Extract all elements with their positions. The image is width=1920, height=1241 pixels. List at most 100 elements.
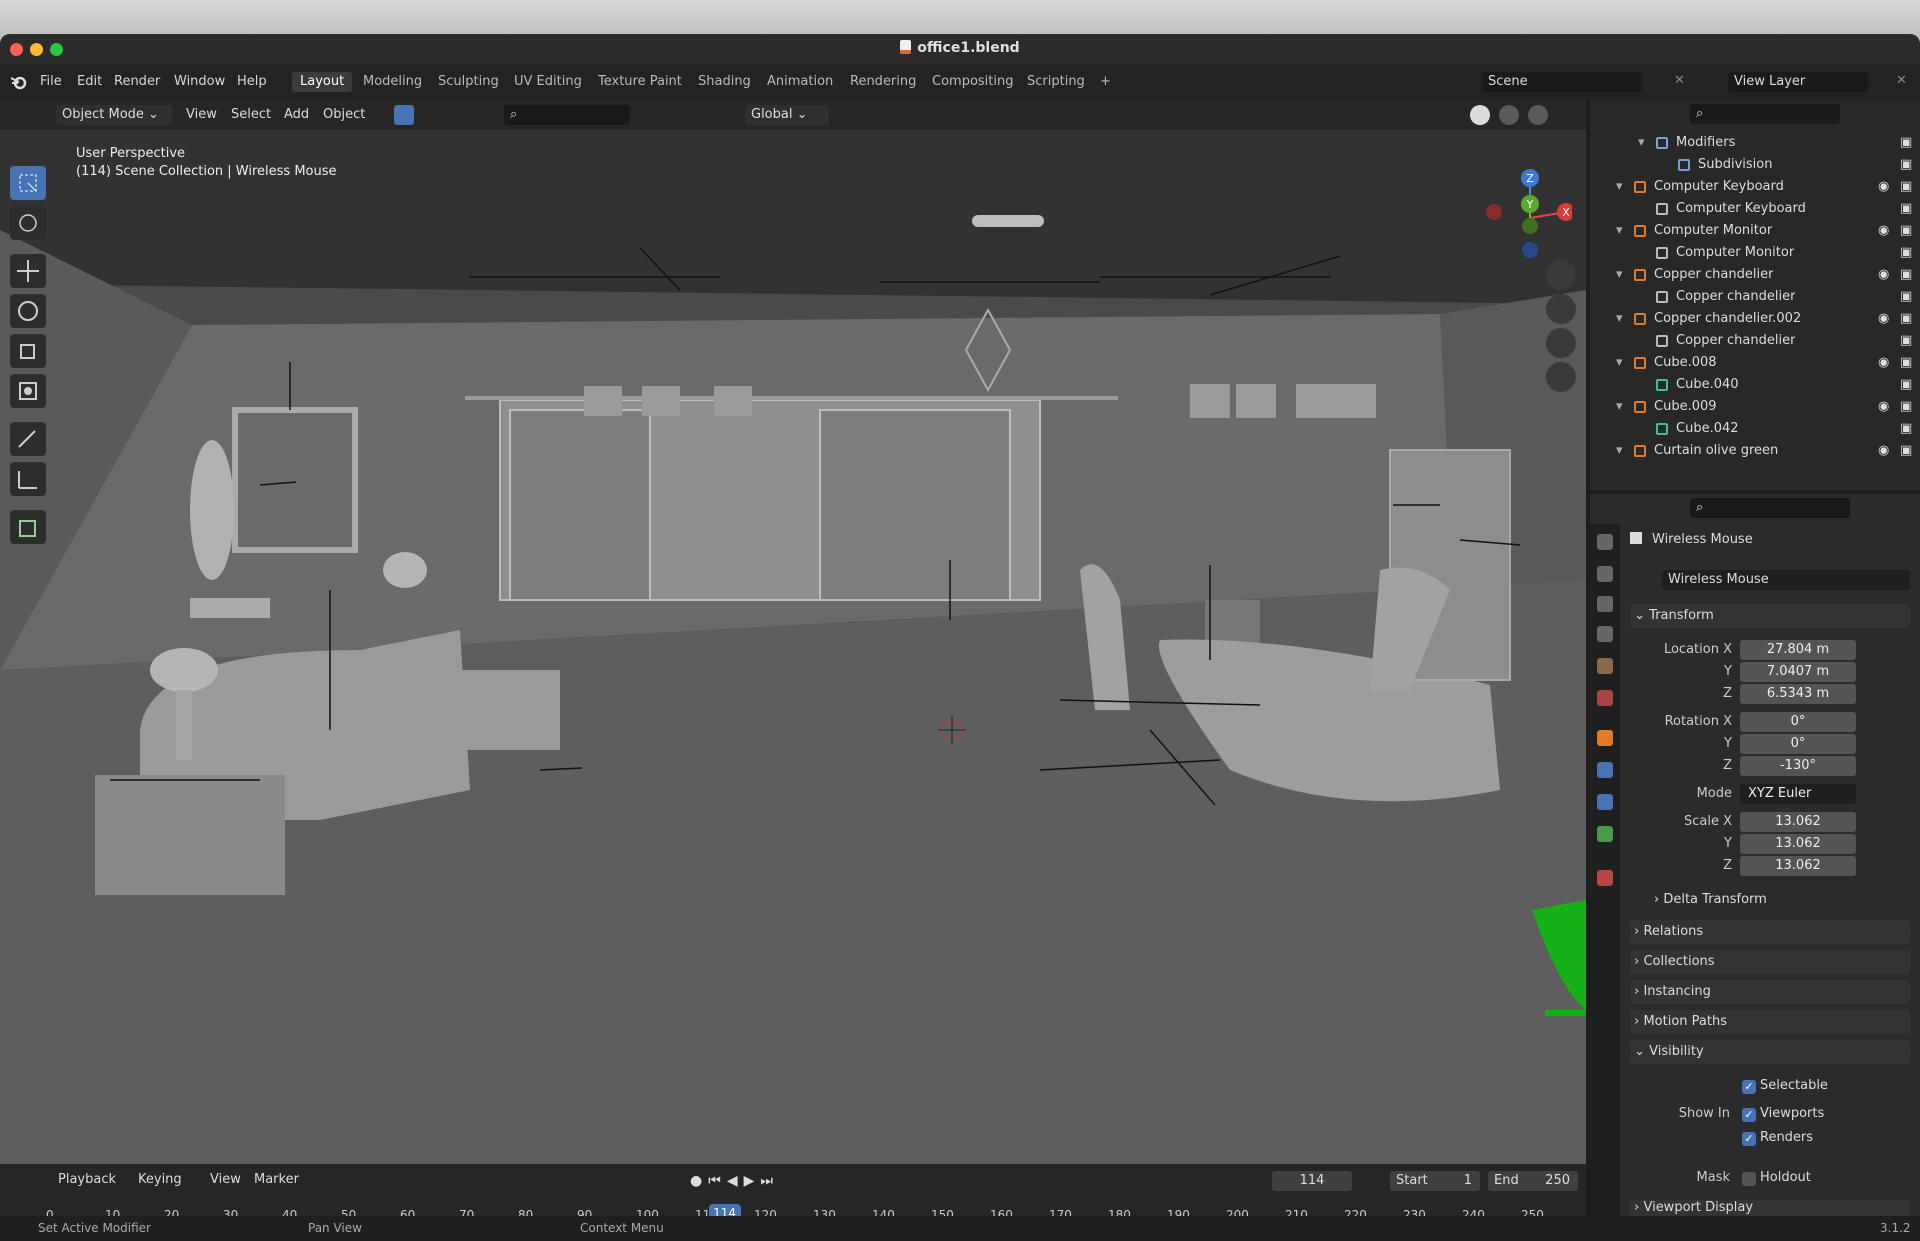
camera-view-icon[interactable] — [1546, 328, 1576, 358]
add-workspace-button[interactable]: + — [1092, 72, 1119, 92]
tab-layout[interactable]: Layout — [292, 72, 353, 92]
viewports-checkbox[interactable]: ✓ — [1742, 1108, 1756, 1122]
menu-edit[interactable]: Edit — [77, 74, 102, 89]
transform-tool[interactable] — [10, 374, 46, 408]
viewport-menu-view[interactable]: View — [186, 105, 217, 125]
perspective-toggle-icon[interactable] — [1546, 362, 1576, 392]
transform-orientation-dropdown[interactable]: Global ⌄ — [745, 105, 829, 125]
cursor-tool[interactable] — [10, 206, 46, 240]
object-tab-icon[interactable] — [1597, 730, 1613, 746]
render-tab-icon[interactable] — [1597, 566, 1613, 582]
visibility-eye-icon[interactable]: ◉ — [1878, 440, 1889, 462]
expand-toggle-icon[interactable]: ▾ — [1616, 352, 1623, 374]
rotate-tool[interactable] — [10, 294, 46, 328]
visibility-eye-icon[interactable]: ◉ — [1878, 308, 1889, 330]
outliner-row[interactable]: ▾ Cube.009 ◉ ▣ — [1590, 396, 1920, 418]
tab-shading[interactable]: Shading — [690, 72, 759, 92]
blender-logo-icon[interactable] — [10, 73, 28, 91]
output-tab-icon[interactable] — [1597, 596, 1613, 612]
visibility-eye-icon[interactable]: ◉ — [1878, 176, 1889, 198]
delta-transform-subpanel[interactable]: › Delta Transform — [1654, 892, 1767, 907]
tab-modeling[interactable]: Modeling — [355, 72, 430, 92]
render-camera-icon[interactable]: ▣ — [1900, 352, 1912, 374]
object-datablock-field[interactable]: Wireless Mouse — [1662, 570, 1910, 590]
timeline-menu-marker[interactable]: Marker — [254, 1170, 299, 1190]
outliner-row[interactable]: Copper chandelier ▣ — [1590, 330, 1920, 352]
render-camera-icon[interactable]: ▣ — [1900, 264, 1912, 286]
outliner-row[interactable]: Computer Monitor ▣ — [1590, 242, 1920, 264]
tab-sculpting[interactable]: Sculpting — [430, 72, 507, 92]
visibility-eye-icon[interactable]: ◉ — [1878, 352, 1889, 374]
scale-x-field[interactable]: 13.062 — [1740, 812, 1856, 832]
location-z-field[interactable]: 6.5343 m — [1740, 684, 1856, 704]
outliner-row[interactable]: ▾ Curtain olive green ◉ ▣ — [1590, 440, 1920, 462]
navigation-gizmo[interactable]: Z X Y — [1476, 168, 1572, 264]
visibility-panel-header[interactable]: ⌄ Visibility — [1630, 1040, 1910, 1064]
render-camera-icon[interactable]: ▣ — [1900, 396, 1912, 418]
render-camera-icon[interactable]: ▣ — [1900, 286, 1912, 308]
current-frame-field[interactable]: 114 — [1272, 1171, 1352, 1191]
render-camera-icon[interactable]: ▣ — [1900, 418, 1912, 440]
render-camera-icon[interactable]: ▣ — [1900, 374, 1912, 396]
move-tool[interactable] — [10, 254, 46, 288]
add-cube-tool[interactable] — [10, 510, 46, 544]
timeline-menu-keying[interactable]: Keying — [138, 1170, 182, 1190]
outliner-row[interactable]: ▾ Computer Monitor ◉ ▣ — [1590, 220, 1920, 242]
renders-checkbox[interactable]: ✓ — [1742, 1132, 1756, 1146]
outliner-row[interactable]: Copper chandelier ▣ — [1590, 286, 1920, 308]
menu-window[interactable]: Window — [174, 74, 225, 89]
properties-search-field[interactable]: ⌕ — [1690, 498, 1850, 518]
visibility-eye-icon[interactable]: ◉ — [1878, 396, 1889, 418]
select-mode-icon[interactable] — [394, 105, 414, 125]
tool-tab-icon[interactable] — [1597, 534, 1613, 550]
transform-panel-header[interactable]: ⌄ Transform — [1630, 604, 1910, 628]
start-frame-field[interactable]: Start 1 — [1390, 1171, 1480, 1191]
expand-toggle-icon[interactable]: ▾ — [1616, 176, 1623, 198]
expand-toggle-icon[interactable]: ▾ — [1616, 264, 1623, 286]
expand-toggle-icon[interactable]: ▾ — [1616, 440, 1623, 462]
render-camera-icon[interactable]: ▣ — [1900, 154, 1912, 176]
outliner-row[interactable]: Subdivision ▣ — [1590, 154, 1920, 176]
outliner-row[interactable]: Cube.040 ▣ — [1590, 374, 1920, 396]
render-camera-icon[interactable]: ▣ — [1900, 308, 1912, 330]
rendered-shading-icon[interactable] — [1528, 105, 1548, 125]
remove-scene-icon[interactable]: ✕ — [1674, 73, 1685, 88]
viewport-menu-object[interactable]: Object — [323, 105, 365, 125]
outliner-row[interactable]: ▾ Copper chandelier ◉ ▣ — [1590, 264, 1920, 286]
rotation-z-field[interactable]: -130° — [1740, 756, 1856, 776]
expand-toggle-icon[interactable]: ▾ — [1616, 220, 1623, 242]
visibility-eye-icon[interactable]: ◉ — [1878, 264, 1889, 286]
annotate-tool[interactable] — [10, 422, 46, 456]
timeline-menu-view[interactable]: View — [210, 1170, 241, 1190]
render-camera-icon[interactable]: ▣ — [1900, 440, 1912, 462]
solid-shading-icon[interactable] — [1470, 105, 1490, 125]
pan-view-icon[interactable] — [1546, 294, 1576, 324]
expand-toggle-icon[interactable]: ▾ — [1616, 308, 1623, 330]
world-tab-icon[interactable] — [1597, 690, 1613, 706]
motion-paths-panel-header[interactable]: › Motion Paths — [1630, 1010, 1910, 1034]
zoom-view-icon[interactable] — [1546, 260, 1576, 290]
select-box-tool[interactable] — [10, 166, 46, 200]
rotation-y-field[interactable]: 0° — [1740, 734, 1856, 754]
material-preview-icon[interactable] — [1499, 105, 1519, 125]
modifier-tab-icon[interactable] — [1597, 762, 1613, 778]
location-x-field[interactable]: 27.804 m — [1740, 640, 1856, 660]
viewport-search-field[interactable]: ⌕ — [504, 105, 630, 125]
menu-render[interactable]: Render — [114, 74, 160, 89]
tab-animation[interactable]: Animation — [759, 72, 841, 92]
render-camera-icon[interactable]: ▣ — [1900, 330, 1912, 352]
scene-tab-icon[interactable] — [1597, 658, 1613, 674]
remove-view-layer-icon[interactable]: ✕ — [1896, 73, 1907, 88]
outliner-row[interactable]: Computer Keyboard ▣ — [1590, 198, 1920, 220]
outliner-row[interactable]: ▾ Cube.008 ◉ ▣ — [1590, 352, 1920, 374]
instancing-panel-header[interactable]: › Instancing — [1630, 980, 1910, 1004]
viewport-menu-add[interactable]: Add — [284, 105, 309, 125]
collections-panel-header[interactable]: › Collections — [1630, 950, 1910, 974]
scale-tool[interactable] — [10, 334, 46, 368]
location-y-field[interactable]: 7.0407 m — [1740, 662, 1856, 682]
tab-scripting[interactable]: Scripting — [1019, 72, 1093, 92]
playback-controls[interactable]: ●⏮◀▶⏭ — [690, 1173, 850, 1193]
holdout-checkbox[interactable] — [1742, 1172, 1756, 1186]
visibility-eye-icon[interactable]: ◉ — [1878, 220, 1889, 242]
scale-y-field[interactable]: 13.062 — [1740, 834, 1856, 854]
